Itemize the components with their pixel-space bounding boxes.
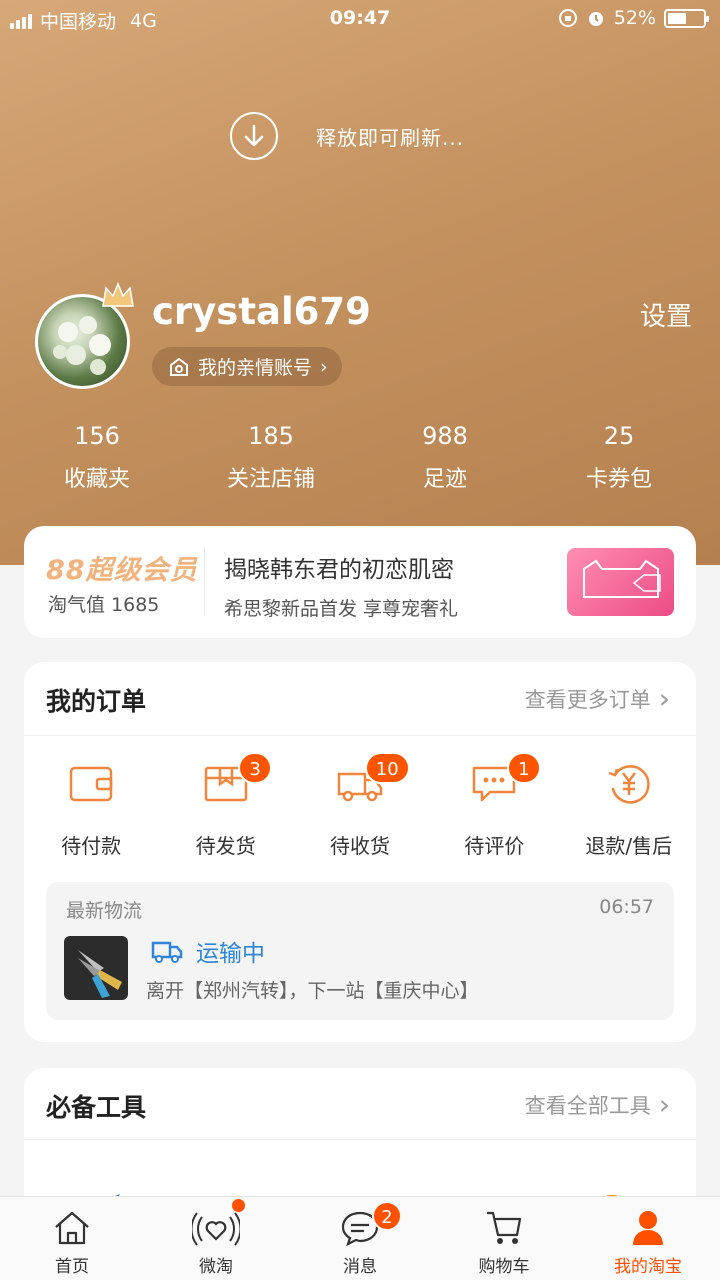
stat-favorites[interactable]: 156 收藏夹 <box>10 420 184 496</box>
user-icon <box>633 1211 663 1245</box>
stat-footprints[interactable]: 988 足迹 <box>358 420 532 496</box>
logistics-heading: 最新物流 <box>66 900 143 922</box>
order-pending-payment[interactable]: 待付款 <box>24 754 158 859</box>
crown-icon <box>102 282 134 307</box>
cart-icon <box>487 1211 522 1244</box>
order-pending-receipt[interactable]: 待收货 10 <box>293 752 427 859</box>
tab-label: 微淘 <box>199 1257 233 1277</box>
tools-title: 必备工具 <box>46 1093 147 1122</box>
delivery-truck-icon <box>151 941 183 963</box>
vip-score: 淘气值 1685 <box>48 594 160 616</box>
house-shield-icon <box>170 357 188 376</box>
new-content-dot <box>232 1199 245 1212</box>
order-status-label: 退款/售后 <box>585 834 673 858</box>
stat-value: 25 <box>603 422 635 450</box>
wallet-icon <box>69 766 113 802</box>
tmall-club-badge[interactable] <box>567 548 674 616</box>
stats-row: 156 收藏夹 185 关注店铺 988 足迹 25 卡券包 <box>0 420 720 496</box>
settings-button[interactable]: 设置 <box>640 296 692 333</box>
logistics-status: 运输中 <box>196 941 265 967</box>
battery-icon <box>664 8 709 28</box>
count-badge: 3 <box>238 752 272 784</box>
stat-label: 关注店铺 <box>226 467 315 492</box>
orders-card: 我的订单 查看更多订单 › 待付款 待发货 3 待收货 10 待评价 1 退款/售… <box>24 662 696 1042</box>
tab-label: 购物车 <box>478 1257 530 1277</box>
stat-label: 收藏夹 <box>63 467 130 492</box>
tmall-club-icon <box>582 559 661 598</box>
family-account-button[interactable]: 我的亲情账号 › <box>152 347 342 386</box>
chevron-right-icon: › <box>320 355 328 378</box>
battery-percent: 52% <box>613 7 656 29</box>
vip-logo: 88超级会员 <box>46 555 198 586</box>
order-status-row: 待付款 待发货 3 待收货 10 待评价 1 退款/售后 <box>24 752 696 859</box>
bottom-tab-bar: 首页 微淘 消息 2 购物车 我的淘宝 <box>0 1196 720 1280</box>
count-badge: 10 <box>364 752 410 784</box>
tab-label: 我的淘宝 <box>614 1257 682 1277</box>
family-account-label: 我的亲情账号 <box>198 357 313 379</box>
refund-icon <box>608 765 650 804</box>
order-status-label: 待收货 <box>329 834 390 858</box>
tab-label: 消息 <box>343 1257 377 1277</box>
unread-badge: 2 <box>372 1201 402 1231</box>
chevron-right-icon: › <box>658 682 670 715</box>
pull-to-refresh: 释放即可刷新... <box>230 112 464 160</box>
stat-value: 185 <box>248 422 294 450</box>
battery-level <box>668 12 686 24</box>
view-all-orders-link[interactable]: 查看更多订单 › <box>525 684 670 714</box>
tab-weitao[interactable]: 微淘 <box>144 1197 288 1280</box>
order-status-label: 待付款 <box>61 834 122 858</box>
stat-followed-shops[interactable]: 185 关注店铺 <box>184 420 358 496</box>
view-all-orders-label: 查看更多订单 <box>524 688 651 712</box>
order-pending-shipment[interactable]: 待发货 3 <box>158 752 292 859</box>
tab-messages[interactable]: 消息 2 <box>288 1197 432 1280</box>
stat-label: 卡券包 <box>585 467 652 492</box>
divider <box>204 548 205 616</box>
vip-promo-subtitle: 希思黎新品首发 享尊宠奢礼 <box>224 598 459 620</box>
status-bar: 中国移动 4G 09:47 52% <box>0 0 720 38</box>
chevron-right-icon: › <box>658 1088 670 1121</box>
tools-header: 必备工具 查看全部工具 › <box>24 1068 696 1140</box>
vip-banner[interactable]: 88超级会员 淘气值 1685 揭晓韩东君的初恋肌密 希思黎新品首发 享尊宠奢礼 <box>24 526 696 638</box>
view-all-tools-link[interactable]: 查看全部工具 › <box>525 1090 670 1120</box>
order-refund-aftersale[interactable]: 退款/售后 <box>562 754 696 859</box>
product-thumbnail[interactable] <box>64 936 128 1000</box>
tab-home[interactable]: 首页 <box>0 1197 144 1280</box>
rotation-lock-icon <box>558 9 577 27</box>
stat-coupons[interactable]: 25 卡券包 <box>532 420 706 496</box>
stat-value: 988 <box>422 422 468 450</box>
refresh-hint: 释放即可刷新... <box>316 125 465 150</box>
username: crystal679 <box>152 290 371 333</box>
order-status-label: 待发货 <box>195 834 256 858</box>
arrow-down-icon <box>230 112 278 160</box>
tab-label: 首页 <box>55 1257 89 1277</box>
logistics-time: 06:57 <box>599 896 654 918</box>
orders-title: 我的订单 <box>46 687 147 716</box>
vip-promo-title: 揭晓韩东君的初恋肌密 <box>224 557 454 583</box>
alarm-icon <box>588 12 603 26</box>
weitao-icon <box>192 1212 240 1246</box>
count-badge: 1 <box>507 752 541 784</box>
logistics-detail: 离开【郑州汽转】，下一站【重庆中心】 <box>146 980 479 1002</box>
home-icon <box>55 1211 89 1245</box>
stat-label: 足迹 <box>422 467 467 492</box>
tab-my-taobao[interactable]: 我的淘宝 <box>576 1197 720 1280</box>
order-status-label: 待评价 <box>464 834 525 858</box>
stat-value: 156 <box>74 422 120 450</box>
view-all-tools-label: 查看全部工具 <box>524 1094 651 1118</box>
order-pending-review[interactable]: 待评价 1 <box>427 752 561 859</box>
latest-logistics[interactable]: 最新物流 06:57 运输中 离开【郑州汽转】，下一站【重庆中心】 <box>46 882 674 1020</box>
orders-header: 我的订单 查看更多订单 › <box>24 662 696 736</box>
tab-cart[interactable]: 购物车 <box>432 1197 576 1280</box>
